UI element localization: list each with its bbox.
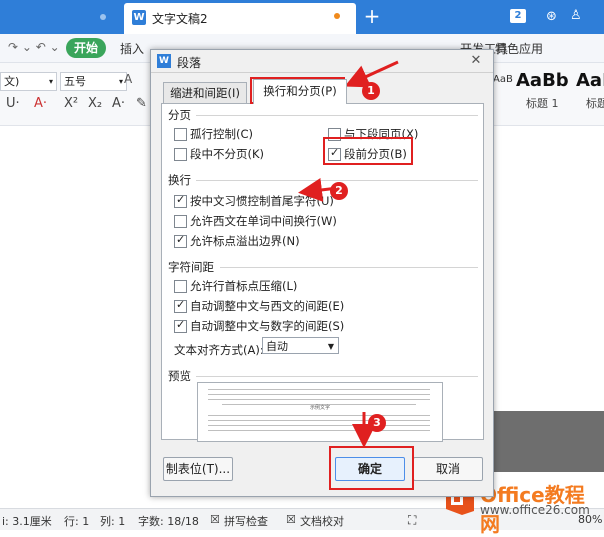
- annotation-badge-2: 2: [330, 182, 348, 200]
- annotation-badge-1: 1: [362, 82, 380, 100]
- tab-linebreak-pagination[interactable]: 换行和分页(P): [253, 79, 347, 104]
- annotation-badge-3: 3: [368, 414, 386, 432]
